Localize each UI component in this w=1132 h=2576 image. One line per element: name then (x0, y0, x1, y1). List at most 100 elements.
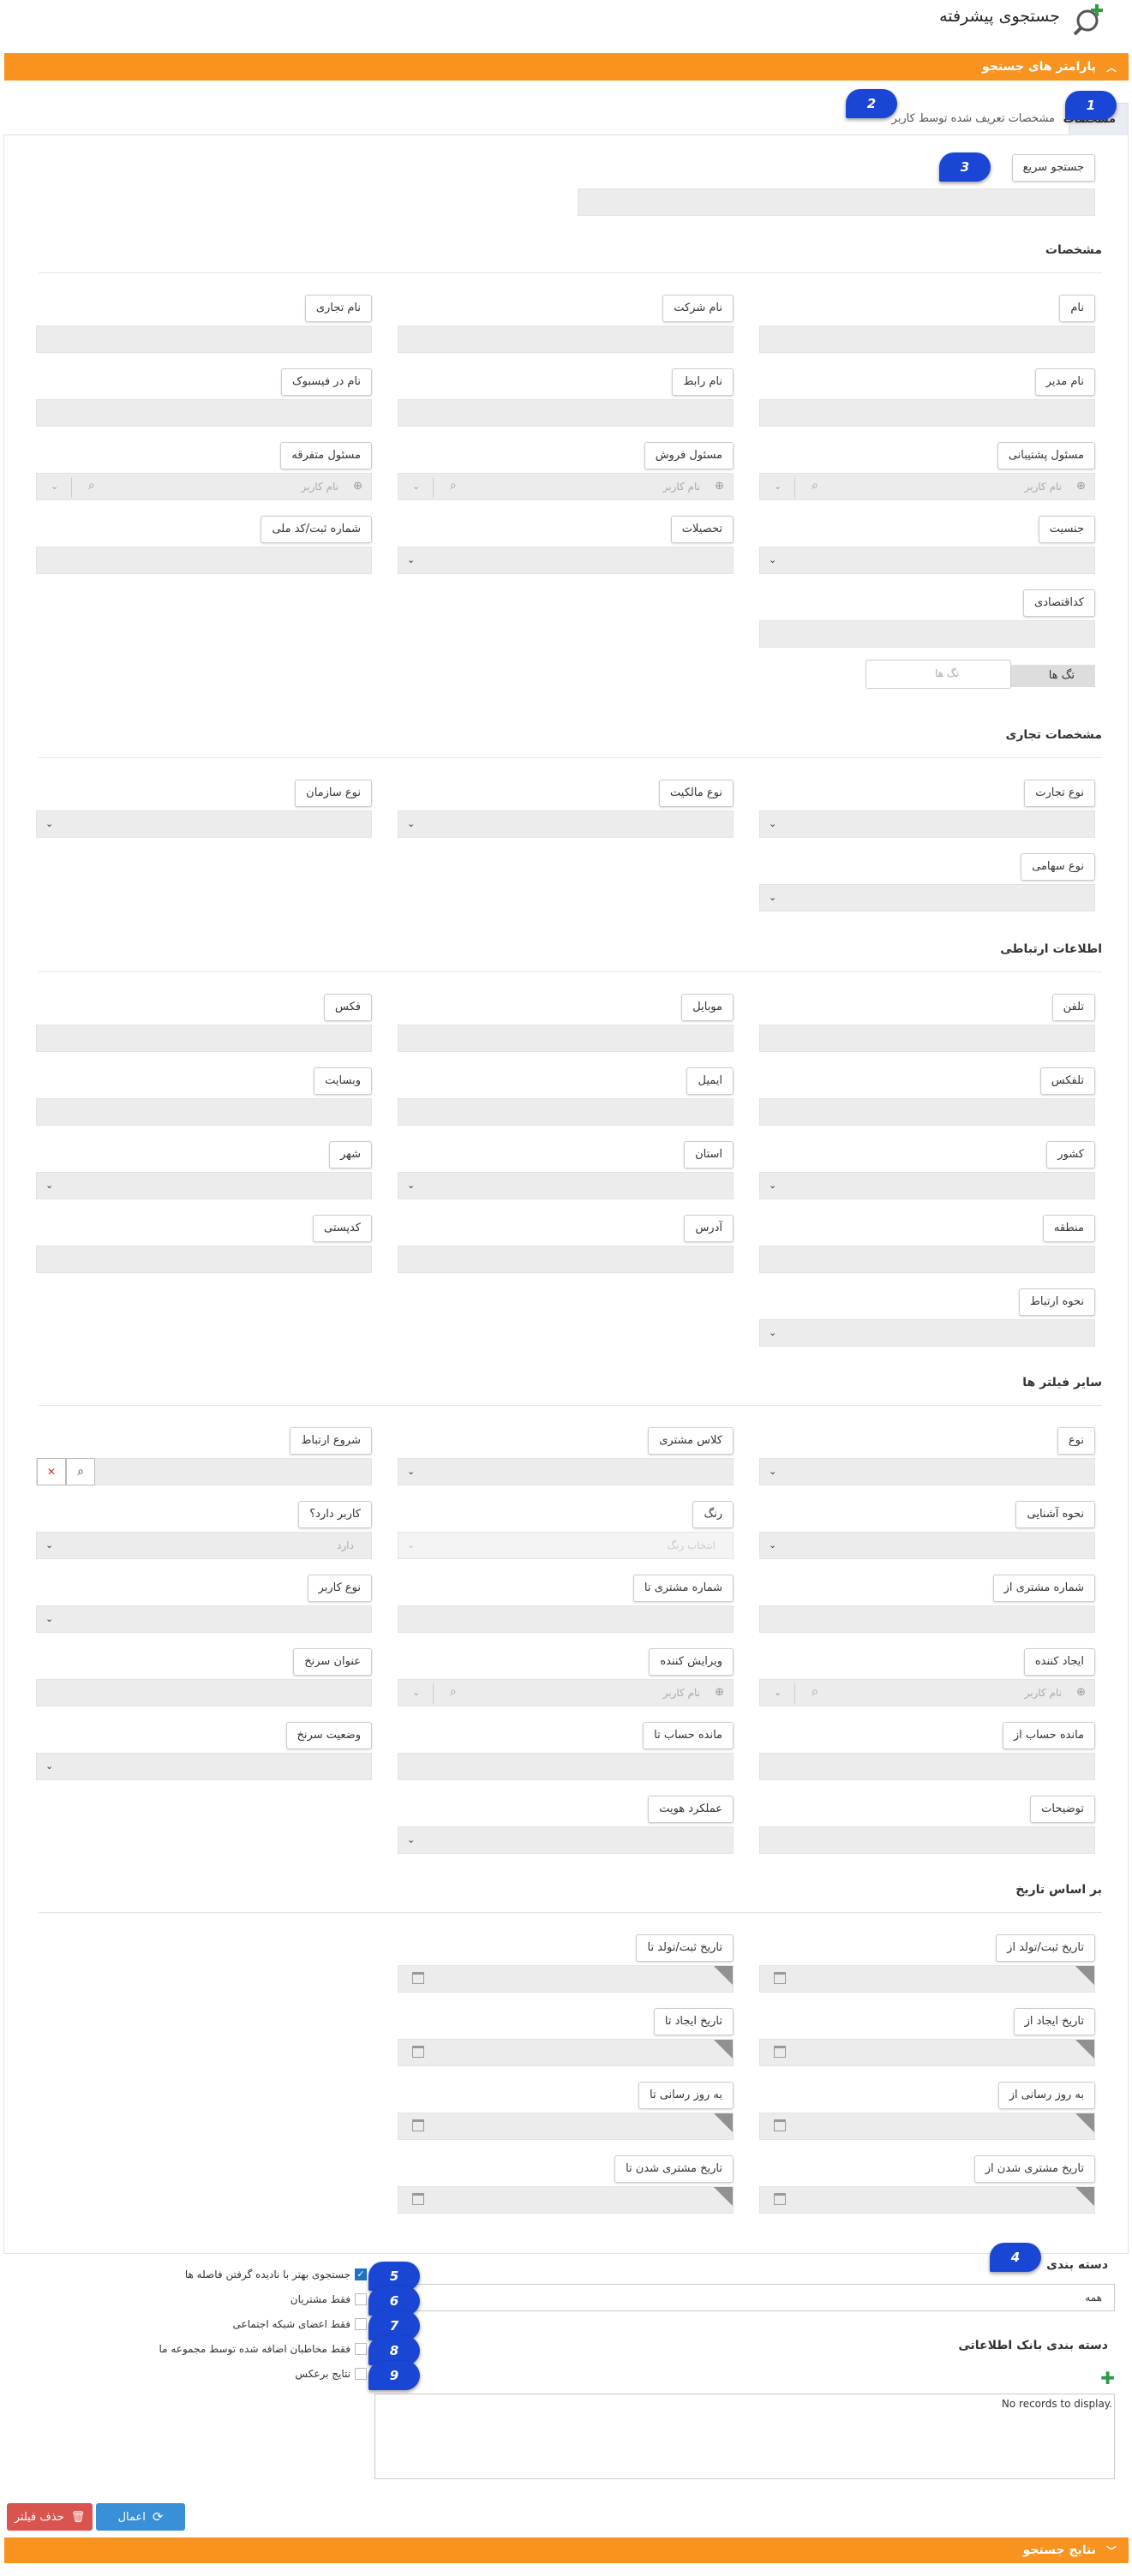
clear-icon[interactable]: ✕ (37, 1458, 66, 1485)
editor-user-picker[interactable]: ⊕ نام کاربر ⌕ ⌄ (398, 1679, 734, 1706)
upd-from-date[interactable] (759, 2113, 1095, 2140)
cust-date-to-date[interactable] (398, 2186, 734, 2214)
search-icon[interactable]: ⌕ (66, 1458, 95, 1485)
national-id-label: شماره ثبت/کد ملی (261, 516, 372, 543)
trade-type-select[interactable]: ⌄ (759, 810, 1095, 838)
tags-input[interactable]: تگ ها (865, 660, 1011, 689)
cust-to-input[interactable] (398, 1605, 734, 1633)
ignore-spaces-checkbox[interactable]: ✓ (355, 2268, 367, 2280)
org-type-label: نوع سازمان (295, 780, 372, 807)
identity-select[interactable]: ⌄ (398, 1826, 734, 1854)
type-label: نوع (1057, 1427, 1095, 1455)
calendar-icon[interactable] (774, 2046, 786, 2058)
brand-input[interactable] (36, 326, 372, 353)
tags-button[interactable]: تگ ها (1011, 665, 1095, 687)
bal-to-label: مانده حساب تا (643, 1722, 734, 1749)
type-select[interactable]: ⌄ (759, 1458, 1095, 1485)
create-from-date[interactable] (759, 2039, 1095, 2066)
create-to-date[interactable] (398, 2039, 734, 2066)
social-members-checkbox[interactable] (355, 2318, 367, 2330)
share-type-select[interactable]: ⌄ (759, 884, 1095, 911)
sales-user-picker[interactable]: ⊕ نام کاربر ⌕ ⌄ (398, 473, 734, 500)
add-icon[interactable]: ✚ (1100, 2368, 1115, 2388)
misc-user-picker[interactable]: ⊕ نام کاربر ⌕ ⌄ (36, 473, 372, 500)
calendar-icon[interactable] (774, 2193, 786, 2205)
creator-user-picker[interactable]: ⊕ نام کاربر ⌕ ⌄ (759, 1679, 1095, 1706)
chevron-down-icon: ⌄ (412, 1687, 421, 1698)
education-select[interactable]: ⌄ (398, 547, 734, 574)
desc-input[interactable] (759, 1826, 1095, 1854)
bal-from-input[interactable] (759, 1753, 1095, 1780)
country-select[interactable]: ⌄ (759, 1172, 1095, 1199)
apply-button[interactable]: ⟳ اعمال (96, 2503, 185, 2531)
liaison-input[interactable] (398, 399, 734, 427)
lead-status-select[interactable]: ⌄ (36, 1753, 372, 1780)
calendar-icon[interactable] (774, 2119, 786, 2131)
calendar-icon[interactable] (412, 2193, 424, 2205)
mobile-input[interactable] (398, 1025, 734, 1052)
customers-only-checkbox[interactable] (355, 2293, 367, 2305)
has-user-select[interactable]: دارد ⌄ (36, 1532, 372, 1559)
region-input[interactable] (759, 1246, 1095, 1273)
calendar-icon[interactable] (412, 2119, 424, 2131)
manager-input[interactable] (759, 399, 1095, 427)
search-results-bar[interactable]: ﹀ نتایج جستجو (4, 2537, 1129, 2563)
has-user-label: کاربر دارد؟ (298, 1501, 372, 1528)
calendar-icon[interactable] (412, 2046, 424, 2058)
telex-input[interactable] (759, 1098, 1095, 1126)
city-select[interactable]: ⌄ (36, 1172, 372, 1199)
color-select[interactable]: انتخاب رنگ ⌄ (398, 1532, 734, 1559)
target-icon: ⊕ (353, 480, 362, 493)
quick-search-input[interactable] (578, 188, 1095, 216)
postal-label: کدپستی (313, 1215, 372, 1242)
our-contacts-checkbox[interactable] (355, 2343, 367, 2355)
social-members-label: فقط اعضای شبکه اجتماعی (232, 2318, 350, 2330)
postal-input[interactable] (36, 1246, 372, 1273)
phone-input[interactable] (759, 1025, 1095, 1052)
facebook-input[interactable] (36, 399, 372, 427)
grouping-label: دسته بندی (1046, 2258, 1108, 2272)
name-input[interactable] (759, 326, 1095, 353)
gender-select[interactable]: ⌄ (759, 547, 1095, 574)
email-input[interactable] (398, 1098, 734, 1126)
fax-input[interactable] (36, 1025, 372, 1052)
cust-to-label: شماره مشتری تا (632, 1575, 734, 1602)
search-icon: ⌕ (450, 479, 457, 493)
support-user-picker[interactable]: ⊕ نام کاربر ⌕ ⌄ (759, 473, 1095, 500)
cust-date-from-date[interactable] (759, 2186, 1095, 2214)
bal-to-input[interactable] (398, 1753, 734, 1780)
cust-from-label: شماره مشتری از (992, 1575, 1095, 1602)
reg-to-date[interactable] (398, 1965, 734, 1993)
user-type-select[interactable]: ⌄ (36, 1605, 372, 1633)
website-input[interactable] (36, 1098, 372, 1126)
reg-from-date[interactable] (759, 1965, 1095, 1993)
calendar-icon[interactable] (412, 1972, 424, 1984)
address-input[interactable] (398, 1246, 734, 1273)
lead-title-input[interactable] (36, 1679, 372, 1706)
acquaintance-select[interactable]: ⌄ (759, 1532, 1095, 1559)
contact-method-select[interactable]: ⌄ (759, 1319, 1095, 1347)
upd-from-label: به روز رسانی از (997, 2082, 1095, 2109)
province-select[interactable]: ⌄ (398, 1172, 734, 1199)
calendar-icon[interactable] (774, 1972, 786, 1984)
customer-class-select[interactable]: ⌄ (398, 1458, 734, 1485)
search-params-bar[interactable]: ︿ پارامتر های جستجو (4, 53, 1129, 81)
upd-to-date[interactable] (398, 2113, 734, 2140)
ownership-select[interactable]: ⌄ (398, 810, 734, 838)
national-id-input[interactable] (36, 547, 372, 574)
company-input[interactable] (398, 326, 734, 353)
lead-title-label: عنوان سرنخ (293, 1648, 372, 1676)
cust-from-input[interactable] (759, 1605, 1095, 1633)
no-records-text: No records to display. (1001, 2398, 1112, 2410)
grouping-select[interactable]: همه (374, 2284, 1115, 2311)
quick-search-button[interactable]: جستجو سریع (1011, 154, 1095, 182)
clear-filter-button[interactable]: 🗑 حذف فیلتر (7, 2503, 93, 2531)
chevron-down-icon: ⌄ (769, 1327, 777, 1338)
start-contact-input[interactable]: ✕ ⌕ (36, 1458, 372, 1485)
search-icon: ⌕ (450, 1685, 457, 1699)
economic-code-input[interactable] (759, 620, 1095, 648)
org-type-select[interactable]: ⌄ (36, 810, 372, 838)
gender-label: جنسیت (1038, 516, 1095, 543)
chevron-down-icon: ⌄ (769, 1180, 777, 1191)
reverse-results-checkbox[interactable] (355, 2368, 367, 2380)
